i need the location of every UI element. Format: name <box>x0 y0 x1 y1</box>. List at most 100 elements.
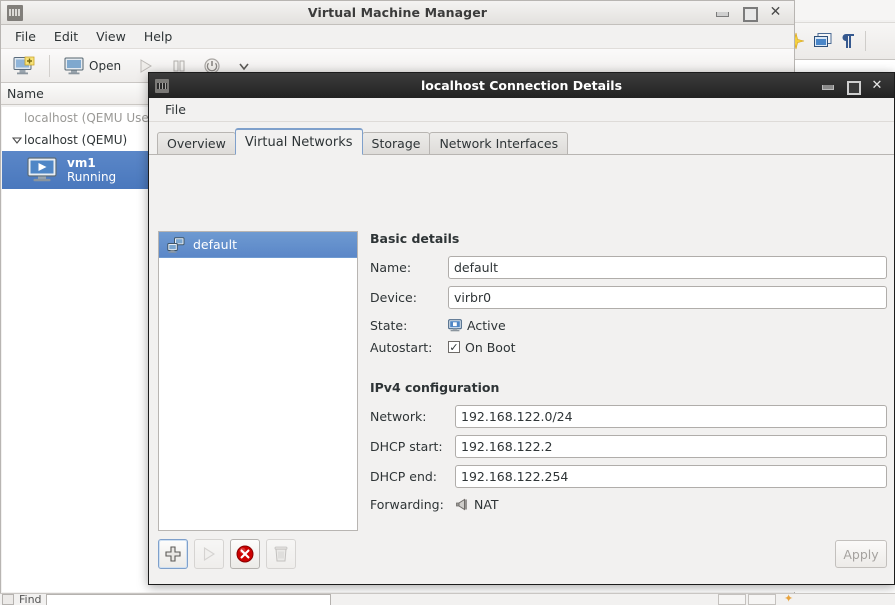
forwarding-label: Forwarding: <box>370 496 444 512</box>
network-icon <box>167 236 185 253</box>
column-header-name: Name <box>7 86 44 101</box>
delete-network-icon <box>273 545 289 563</box>
dhcp-end-row: DHCP end: 192.168.122.254 <box>370 463 887 489</box>
find-label: Find <box>19 593 42 605</box>
dialog-title: localhost Connection Details <box>420 78 623 93</box>
minimize-button[interactable] <box>715 6 729 19</box>
network-list[interactable]: default <box>158 231 358 531</box>
find-cell-2[interactable] <box>748 594 776 605</box>
network-row: Network: 192.168.122.0/24 <box>370 403 887 429</box>
chevron-down-icon <box>237 59 251 73</box>
dhcp-end-input[interactable]: 192.168.122.254 <box>455 464 887 488</box>
autostart-checkbox[interactable]: ✓ <box>448 341 460 353</box>
device-row: Device: virbr0 <box>370 284 887 310</box>
network-list-item-default[interactable]: default <box>159 232 357 258</box>
autostart-value: On Boot <box>465 339 516 355</box>
stop-network-icon <box>235 544 255 564</box>
find-bar-right-group: ✦ <box>718 594 793 605</box>
toolbar-separator-1 <box>49 54 50 77</box>
dialog-menu-file[interactable]: File <box>157 100 194 119</box>
device-label: Device: <box>370 289 417 305</box>
vm-running-icon <box>26 157 58 183</box>
find-cell-1[interactable] <box>718 594 746 605</box>
add-network-button[interactable] <box>158 539 188 569</box>
tab-network-interfaces[interactable]: Network Interfaces <box>429 132 569 155</box>
tab-virtual-networks[interactable]: Virtual Networks <box>234 128 363 155</box>
dialog-maximize-button[interactable] <box>846 80 861 95</box>
dialog-titlebar[interactable]: localhost Connection Details ✕ <box>149 73 894 98</box>
network-label: Network: <box>370 408 427 424</box>
state-row: State: Active <box>370 314 887 336</box>
tab-overview[interactable]: Overview <box>157 132 236 155</box>
menu-help[interactable]: Help <box>136 27 181 46</box>
virtual-networks-panel: default Basic details Name: default Devi… <box>158 231 887 531</box>
dialog-window-controls: ✕ <box>821 79 894 95</box>
new-vm-icon <box>13 56 35 76</box>
maximize-button[interactable] <box>742 6 758 22</box>
background-app-toolbar <box>781 22 895 60</box>
background-application <box>780 0 895 72</box>
dhcp-start-label: DHCP start: <box>370 438 443 454</box>
forward-nat-icon <box>455 498 469 511</box>
main-window-controls: ✕ <box>715 5 794 22</box>
tab-storage[interactable]: Storage <box>361 132 431 155</box>
dialog-menubar: File <box>149 98 894 122</box>
main-menubar: File Edit View Help <box>1 25 794 49</box>
background-app-titlebar <box>781 0 895 20</box>
monitor-icon <box>64 57 84 75</box>
network-list-item-label: default <box>193 237 237 252</box>
forwarding-row: Forwarding: NAT <box>370 493 887 515</box>
list-item-label: localhost (QEMU User <box>24 111 154 125</box>
vm-entry-text: vm1 Running <box>67 156 116 184</box>
network-input[interactable]: 192.168.122.0/24 <box>455 404 887 428</box>
dhcp-start-input[interactable]: 192.168.122.2 <box>455 434 887 458</box>
vm-name: vm1 <box>67 156 96 170</box>
state-value-group: Active <box>448 318 506 333</box>
dialog-tabs: Overview Virtual Networks Storage Networ… <box>149 128 894 155</box>
active-network-icon <box>448 318 462 332</box>
find-input[interactable] <box>45 594 331 605</box>
open-button-label: Open <box>89 58 122 73</box>
dialog-close-button[interactable]: ✕ <box>871 79 883 92</box>
open-button[interactable]: Open <box>58 54 127 78</box>
state-label: State: <box>370 317 408 333</box>
autostart-row: Autostart: ✓ On Boot <box>370 336 887 358</box>
close-button[interactable]: ✕ <box>769 5 782 19</box>
state-value: Active <box>467 317 506 333</box>
stop-network-button[interactable] <box>230 539 260 569</box>
windows-switch-icon[interactable] <box>813 32 833 50</box>
find-close-button[interactable] <box>2 594 14 605</box>
new-vm-button[interactable] <box>7 53 41 79</box>
background-app-canvas <box>781 60 895 72</box>
delete-network-button[interactable] <box>266 539 296 569</box>
autostart-value-group: ✓ On Boot <box>448 340 516 355</box>
apply-button[interactable]: Apply <box>835 540 887 568</box>
start-network-button[interactable] <box>194 539 224 569</box>
vm-state: Running <box>67 170 117 184</box>
network-details: Basic details Name: default Device: virb… <box>370 231 887 531</box>
device-input[interactable]: virbr0 <box>448 285 887 309</box>
screen: Virtual Machine Manager ✕ File Edit View… <box>0 0 895 605</box>
toolbar-separator <box>865 31 866 51</box>
start-network-icon <box>200 545 218 563</box>
dialog-minimize-button[interactable] <box>821 80 834 92</box>
ipv4-heading: IPv4 configuration <box>370 380 500 395</box>
dhcp-end-label: DHCP end: <box>370 468 438 484</box>
menu-edit[interactable]: Edit <box>46 27 86 46</box>
main-titlebar[interactable]: Virtual Machine Manager ✕ <box>1 1 794 25</box>
name-label: Name: <box>370 259 412 275</box>
pilcrow-icon[interactable] <box>841 32 857 50</box>
forwarding-value-group: NAT <box>455 497 499 512</box>
autostart-label: Autostart: <box>370 339 433 355</box>
menu-view[interactable]: View <box>88 27 134 46</box>
star-icon[interactable]: ✦ <box>784 594 793 604</box>
dhcp-start-row: DHCP start: 192.168.122.2 <box>370 433 887 459</box>
basic-details-heading: Basic details <box>370 231 460 246</box>
connection-details-dialog: localhost Connection Details ✕ File Over… <box>148 72 895 585</box>
menu-file[interactable]: File <box>7 27 44 46</box>
name-input[interactable]: default <box>448 255 887 279</box>
expander-triangle-icon[interactable] <box>10 135 24 145</box>
find-bar: Find ✦ <box>0 593 895 605</box>
page-title: Virtual Machine Manager <box>307 5 488 20</box>
